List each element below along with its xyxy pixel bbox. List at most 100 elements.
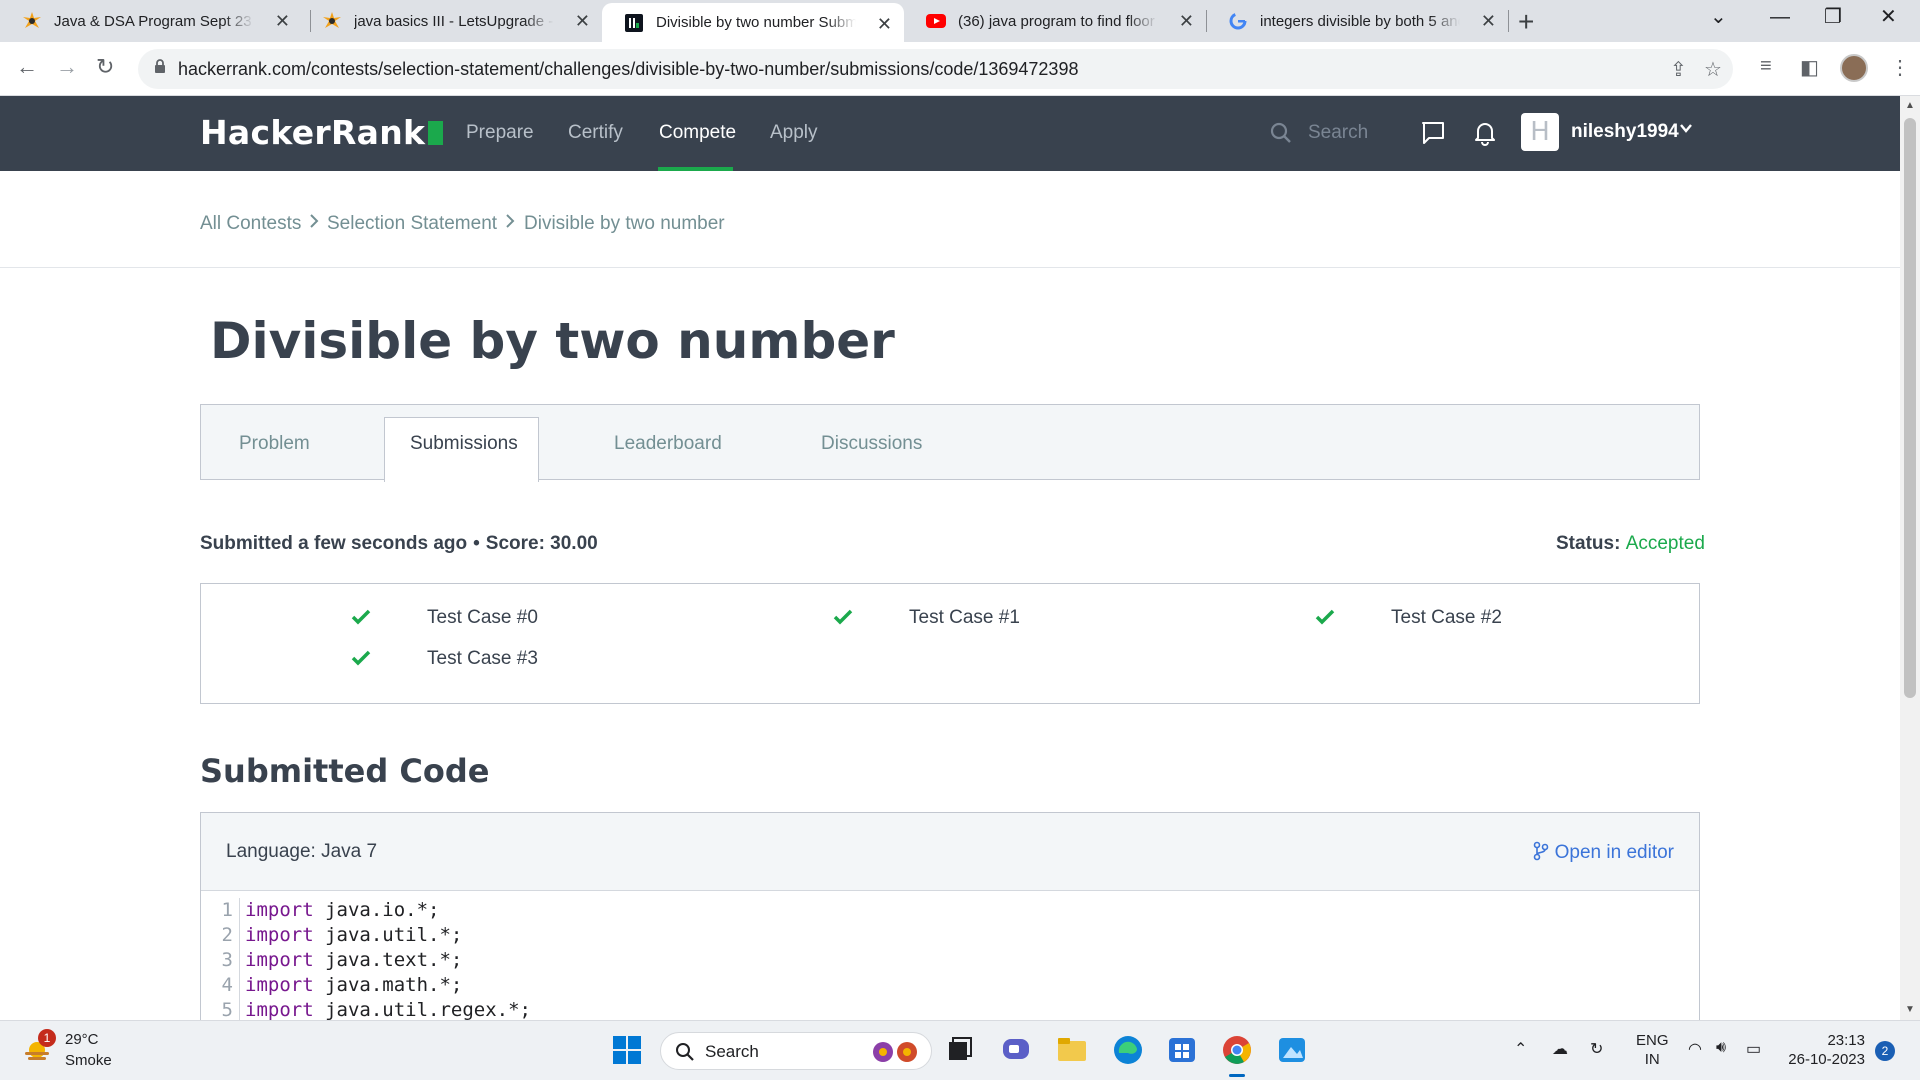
scrollbar-thumb[interactable] [1904, 118, 1916, 698]
test-case-item[interactable]: Test Case #2 [1315, 607, 1502, 629]
line-number: 2 [221, 924, 233, 946]
notifications-bell-icon[interactable] [1472, 120, 1498, 146]
code-text: import java.util.*; [245, 923, 462, 948]
new-tab-button[interactable]: + [1518, 6, 1534, 38]
reading-list-icon[interactable]: ≡ [1760, 55, 1772, 78]
gutter-border [239, 898, 240, 923]
close-tab-icon[interactable]: ✕ [877, 14, 892, 35]
code-lines: 1 import java.io.*; 2 import java.util.*; … [201, 898, 1699, 1023]
sync-icon[interactable]: ↻ [1590, 1039, 1603, 1059]
task-view-icon[interactable] [943, 1033, 977, 1067]
reload-icon[interactable]: ↻ [96, 54, 114, 80]
scroll-up-icon[interactable]: ▲ [1905, 100, 1915, 111]
forward-icon[interactable]: → [56, 54, 78, 80]
keyword: import [245, 924, 314, 946]
profile-avatar[interactable] [1840, 54, 1868, 82]
notification-badge[interactable]: 2 [1875, 1041, 1895, 1061]
status-badge: Accepted [1625, 533, 1705, 554]
gutter-border [239, 973, 240, 998]
code-text: import java.text.*; [245, 948, 462, 973]
breadcrumb-all-contests[interactable]: All Contests [200, 213, 301, 235]
youtube-icon [926, 11, 946, 31]
menu-kebab-icon[interactable]: ⋮ [1890, 55, 1910, 80]
line-number: 4 [221, 974, 233, 996]
photos-icon[interactable] [1275, 1033, 1309, 1067]
bookmark-star-icon[interactable]: ☆ [1704, 57, 1722, 82]
back-icon[interactable]: ← [16, 54, 38, 80]
browser-tab[interactable]: (36) java program to find floor v ✕ [904, 0, 1206, 42]
clock-date: 26-10-2023 [1788, 1051, 1865, 1068]
test-case-item[interactable]: Test Case #1 [833, 607, 1020, 629]
submission-score: Score: 30.00 [485, 533, 598, 554]
windows-start-icon[interactable] [610, 1033, 644, 1067]
code-rest: java.text.*; [313, 949, 463, 971]
store-icon[interactable] [1165, 1033, 1199, 1067]
username[interactable]: nileshy1994 [1571, 121, 1679, 143]
onedrive-icon[interactable]: ☁ [1552, 1039, 1568, 1059]
test-case-item[interactable]: Test Case #0 [351, 607, 538, 629]
nav-prepare[interactable]: Prepare [466, 122, 534, 144]
tab-search-chevron-icon[interactable]: ⌄ [1710, 4, 1727, 29]
weather-desc[interactable]: Smoke [65, 1052, 112, 1069]
close-tab-icon[interactable]: ✕ [575, 11, 590, 32]
tab-problem[interactable]: Problem [239, 433, 310, 455]
breadcrumb-current: Divisible by two number [524, 213, 725, 234]
minimize-icon[interactable]: — [1770, 6, 1790, 29]
weather-temp[interactable]: 29°C [65, 1031, 99, 1048]
edge-browser-icon[interactable] [1111, 1033, 1145, 1067]
tab-title: Java & DSA Program Sept 23 - L [54, 12, 254, 30]
hackerrank-logo[interactable]: HackerRank [200, 113, 444, 152]
teams-chat-icon[interactable] [999, 1033, 1033, 1067]
status-label: Status: [1556, 533, 1621, 554]
wifi-icon[interactable]: ◠ [1688, 1039, 1702, 1059]
line-number: 1 [221, 899, 233, 921]
close-window-icon[interactable]: ✕ [1880, 4, 1897, 29]
user-avatar[interactable]: H [1521, 113, 1559, 151]
close-tab-icon[interactable]: ✕ [1179, 11, 1194, 32]
open-in-editor-link[interactable]: Open in editor [1533, 841, 1674, 864]
scroll-down-icon[interactable]: ▼ [1905, 1004, 1915, 1015]
tab-leaderboard[interactable]: Leaderboard [614, 433, 722, 455]
chevron-right-icon [308, 212, 320, 235]
gutter-border [239, 948, 240, 973]
battery-icon[interactable]: ▭ [1746, 1039, 1761, 1059]
page-scrollbar[interactable]: ▲ ▼ [1900, 96, 1920, 1020]
tab-discussions[interactable]: Discussions [821, 433, 922, 455]
keyword: import [245, 974, 314, 996]
search-icon[interactable] [1269, 121, 1293, 145]
lang-line-2: IN [1644, 1051, 1660, 1068]
chrome-icon[interactable] [1220, 1033, 1254, 1067]
close-tab-icon[interactable]: ✕ [1481, 11, 1496, 32]
volume-icon[interactable]: 🔊︎ [1716, 1039, 1726, 1057]
chevron-up-icon[interactable]: ⌃ [1514, 1039, 1527, 1059]
code-panel-header: Language: Java 7 Open in editor [201, 813, 1699, 891]
code-line: 1 import java.io.*; [201, 898, 1699, 923]
restore-icon[interactable]: ❐ [1824, 4, 1842, 29]
browser-tab[interactable]: Java & DSA Program Sept 23 - L ✕ [0, 0, 302, 42]
system-clock[interactable]: 23:13 26-10-2023 [1785, 1031, 1865, 1069]
challenge-tabs: Problem Submissions Leaderboard Discussi… [200, 404, 1700, 482]
search-input[interactable]: Search [1308, 122, 1368, 144]
browser-tab[interactable]: integers divisible by both 5 and ✕ [1206, 0, 1508, 42]
share-icon[interactable]: ⇪ [1670, 57, 1687, 82]
taskbar-search[interactable]: Search [660, 1032, 932, 1070]
close-tab-icon[interactable]: ✕ [275, 11, 290, 32]
check-icon [833, 609, 853, 625]
nav-compete[interactable]: Compete [659, 122, 736, 144]
browser-tab[interactable]: java basics III - LetsUpgrade - Li ✕ [300, 0, 602, 42]
file-explorer-icon[interactable] [1055, 1033, 1089, 1067]
chevron-down-icon[interactable] [1678, 120, 1694, 141]
code-rest: java.math.*; [313, 974, 463, 996]
submission-status: Status: Accepted [1556, 533, 1705, 555]
input-language[interactable]: ENG IN [1636, 1031, 1669, 1069]
nav-apply[interactable]: Apply [770, 122, 818, 144]
logo-square [428, 121, 444, 145]
browser-tab-active[interactable]: Divisible by two number Submis ✕ [602, 3, 904, 42]
nav-certify[interactable]: Certify [568, 122, 623, 144]
breadcrumb-selection-statement[interactable]: Selection Statement [327, 213, 497, 235]
tab-submissions[interactable]: Submissions [384, 417, 539, 482]
messages-icon[interactable] [1420, 120, 1446, 146]
omnibox[interactable]: hackerrank.com/contests/selection-statem… [138, 49, 1733, 89]
test-case-item[interactable]: Test Case #3 [351, 648, 538, 670]
side-panel-icon[interactable]: ◧ [1800, 55, 1819, 80]
